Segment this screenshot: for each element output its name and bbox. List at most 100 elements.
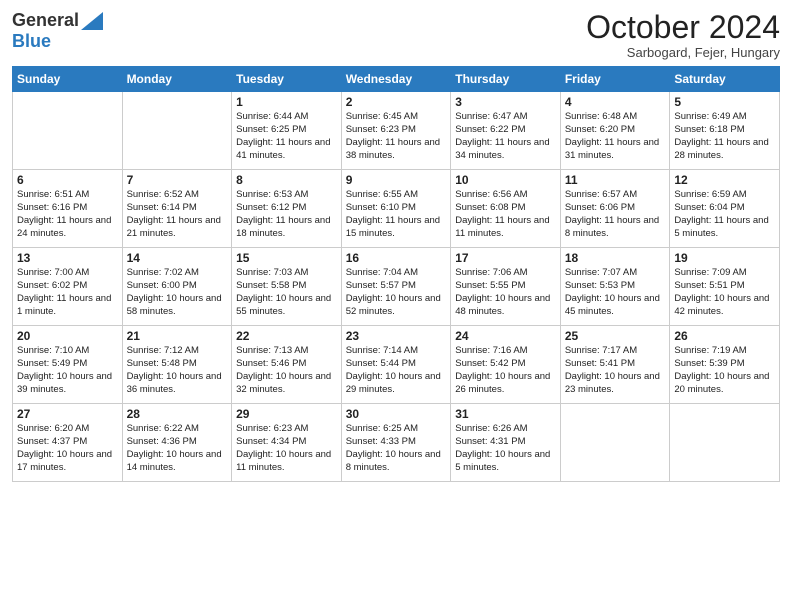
calendar-cell	[122, 92, 232, 170]
day-number: 12	[674, 173, 775, 187]
col-thursday: Thursday	[451, 67, 561, 92]
day-number: 19	[674, 251, 775, 265]
day-info: Sunrise: 7:04 AM Sunset: 5:57 PM Dayligh…	[346, 267, 447, 318]
day-number: 22	[236, 329, 337, 343]
day-number: 20	[17, 329, 118, 343]
col-tuesday: Tuesday	[232, 67, 342, 92]
col-monday: Monday	[122, 67, 232, 92]
day-number: 15	[236, 251, 337, 265]
calendar-cell: 12 Sunrise: 6:59 AM Sunset: 6:04 PM Dayli…	[670, 170, 780, 248]
day-info: Sunrise: 6:25 AM Sunset: 4:33 PM Dayligh…	[346, 423, 447, 474]
day-info: Sunrise: 6:26 AM Sunset: 4:31 PM Dayligh…	[455, 423, 556, 474]
day-number: 2	[346, 95, 447, 109]
day-info: Sunrise: 6:22 AM Sunset: 4:36 PM Dayligh…	[127, 423, 228, 474]
day-info: Sunrise: 6:52 AM Sunset: 6:14 PM Dayligh…	[127, 189, 228, 240]
calendar-cell	[13, 92, 123, 170]
calendar-cell: 5 Sunrise: 6:49 AM Sunset: 6:18 PM Daylig…	[670, 92, 780, 170]
day-info: Sunrise: 6:48 AM Sunset: 6:20 PM Dayligh…	[565, 111, 666, 162]
calendar-cell: 15Sunrise: 7:03 AM Sunset: 5:58 PM Dayli…	[232, 248, 342, 326]
calendar-cell: 17 Sunrise: 7:06 AM Sunset: 5:55 PM Dayli…	[451, 248, 561, 326]
calendar-cell: 9Sunrise: 6:55 AM Sunset: 6:10 PM Daylig…	[341, 170, 451, 248]
day-info: Sunrise: 7:10 AM Sunset: 5:49 PM Dayligh…	[17, 345, 118, 396]
title-area: October 2024 Sarbogard, Fejer, Hungary	[586, 10, 780, 60]
col-friday: Friday	[560, 67, 670, 92]
calendar-cell: 22 Sunrise: 7:13 AM Sunset: 5:46 PM Dayli…	[232, 326, 342, 404]
day-number: 24	[455, 329, 556, 343]
logo-general-text: General	[12, 10, 79, 31]
calendar-cell: 27 Sunrise: 6:20 AM Sunset: 4:37 PM Dayli…	[13, 404, 123, 482]
logo: General Blue	[12, 10, 103, 52]
calendar-cell: 28 Sunrise: 6:22 AM Sunset: 4:36 PM Dayli…	[122, 404, 232, 482]
month-title: October 2024	[586, 10, 780, 45]
day-info: Sunrise: 7:12 AM Sunset: 5:48 PM Dayligh…	[127, 345, 228, 396]
calendar-cell: 7 Sunrise: 6:52 AM Sunset: 6:14 PM Daylig…	[122, 170, 232, 248]
day-number: 14	[127, 251, 228, 265]
day-info: Sunrise: 6:20 AM Sunset: 4:37 PM Dayligh…	[17, 423, 118, 474]
calendar-cell: 24Sunrise: 7:16 AM Sunset: 5:42 PM Dayli…	[451, 326, 561, 404]
day-number: 5	[674, 95, 775, 109]
day-info: Sunrise: 6:47 AM Sunset: 6:22 PM Dayligh…	[455, 111, 556, 162]
day-number: 26	[674, 329, 775, 343]
calendar-cell: 19 Sunrise: 7:09 AM Sunset: 5:51 PM Dayli…	[670, 248, 780, 326]
day-number: 23	[346, 329, 447, 343]
day-number: 10	[455, 173, 556, 187]
header-row: Sunday Monday Tuesday Wednesday Thursday…	[13, 67, 780, 92]
day-number: 28	[127, 407, 228, 421]
day-number: 4	[565, 95, 666, 109]
calendar-week-row: 13Sunrise: 7:00 AM Sunset: 6:02 PM Dayli…	[13, 248, 780, 326]
calendar-week-row: 6 Sunrise: 6:51 AM Sunset: 6:16 PM Daylig…	[13, 170, 780, 248]
day-info: Sunrise: 7:02 AM Sunset: 6:00 PM Dayligh…	[127, 267, 228, 318]
day-number: 11	[565, 173, 666, 187]
day-info: Sunrise: 6:23 AM Sunset: 4:34 PM Dayligh…	[236, 423, 337, 474]
calendar-cell: 16 Sunrise: 7:04 AM Sunset: 5:57 PM Dayli…	[341, 248, 451, 326]
day-number: 18	[565, 251, 666, 265]
calendar-cell: 14 Sunrise: 7:02 AM Sunset: 6:00 PM Dayli…	[122, 248, 232, 326]
calendar-cell: 13Sunrise: 7:00 AM Sunset: 6:02 PM Dayli…	[13, 248, 123, 326]
calendar-cell: 30Sunrise: 6:25 AM Sunset: 4:33 PM Dayli…	[341, 404, 451, 482]
calendar-cell: 21 Sunrise: 7:12 AM Sunset: 5:48 PM Dayli…	[122, 326, 232, 404]
day-number: 16	[346, 251, 447, 265]
calendar-cell	[560, 404, 670, 482]
day-info: Sunrise: 7:13 AM Sunset: 5:46 PM Dayligh…	[236, 345, 337, 396]
calendar-cell: 11Sunrise: 6:57 AM Sunset: 6:06 PM Dayli…	[560, 170, 670, 248]
day-number: 17	[455, 251, 556, 265]
col-wednesday: Wednesday	[341, 67, 451, 92]
day-number: 6	[17, 173, 118, 187]
day-info: Sunrise: 6:59 AM Sunset: 6:04 PM Dayligh…	[674, 189, 775, 240]
calendar-cell: 1Sunrise: 6:44 AM Sunset: 6:25 PM Daylig…	[232, 92, 342, 170]
day-number: 8	[236, 173, 337, 187]
day-info: Sunrise: 6:53 AM Sunset: 6:12 PM Dayligh…	[236, 189, 337, 240]
day-number: 9	[346, 173, 447, 187]
day-number: 3	[455, 95, 556, 109]
day-number: 27	[17, 407, 118, 421]
col-saturday: Saturday	[670, 67, 780, 92]
day-info: Sunrise: 7:09 AM Sunset: 5:51 PM Dayligh…	[674, 267, 775, 318]
main-container: General Blue October 2024 Sarbogard, Fej…	[0, 0, 792, 490]
logo-icon	[81, 12, 103, 30]
day-number: 21	[127, 329, 228, 343]
calendar-cell: 23Sunrise: 7:14 AM Sunset: 5:44 PM Dayli…	[341, 326, 451, 404]
calendar-cell: 3 Sunrise: 6:47 AM Sunset: 6:22 PM Daylig…	[451, 92, 561, 170]
day-info: Sunrise: 7:06 AM Sunset: 5:55 PM Dayligh…	[455, 267, 556, 318]
day-info: Sunrise: 7:17 AM Sunset: 5:41 PM Dayligh…	[565, 345, 666, 396]
day-info: Sunrise: 6:49 AM Sunset: 6:18 PM Dayligh…	[674, 111, 775, 162]
calendar-cell: 26 Sunrise: 7:19 AM Sunset: 5:39 PM Dayli…	[670, 326, 780, 404]
day-number: 13	[17, 251, 118, 265]
calendar-cell: 29Sunrise: 6:23 AM Sunset: 4:34 PM Dayli…	[232, 404, 342, 482]
day-info: Sunrise: 6:45 AM Sunset: 6:23 PM Dayligh…	[346, 111, 447, 162]
calendar-table: Sunday Monday Tuesday Wednesday Thursday…	[12, 66, 780, 482]
calendar-cell: 25Sunrise: 7:17 AM Sunset: 5:41 PM Dayli…	[560, 326, 670, 404]
calendar-cell: 31 Sunrise: 6:26 AM Sunset: 4:31 PM Dayli…	[451, 404, 561, 482]
day-info: Sunrise: 7:19 AM Sunset: 5:39 PM Dayligh…	[674, 345, 775, 396]
col-sunday: Sunday	[13, 67, 123, 92]
calendar-cell	[670, 404, 780, 482]
calendar-week-row: 27 Sunrise: 6:20 AM Sunset: 4:37 PM Dayli…	[13, 404, 780, 482]
subtitle: Sarbogard, Fejer, Hungary	[586, 45, 780, 60]
day-number: 7	[127, 173, 228, 187]
day-number: 31	[455, 407, 556, 421]
calendar-cell: 6 Sunrise: 6:51 AM Sunset: 6:16 PM Daylig…	[13, 170, 123, 248]
day-info: Sunrise: 6:51 AM Sunset: 6:16 PM Dayligh…	[17, 189, 118, 240]
header: General Blue October 2024 Sarbogard, Fej…	[12, 10, 780, 60]
calendar-cell: 2 Sunrise: 6:45 AM Sunset: 6:23 PM Daylig…	[341, 92, 451, 170]
calendar-cell: 8 Sunrise: 6:53 AM Sunset: 6:12 PM Daylig…	[232, 170, 342, 248]
